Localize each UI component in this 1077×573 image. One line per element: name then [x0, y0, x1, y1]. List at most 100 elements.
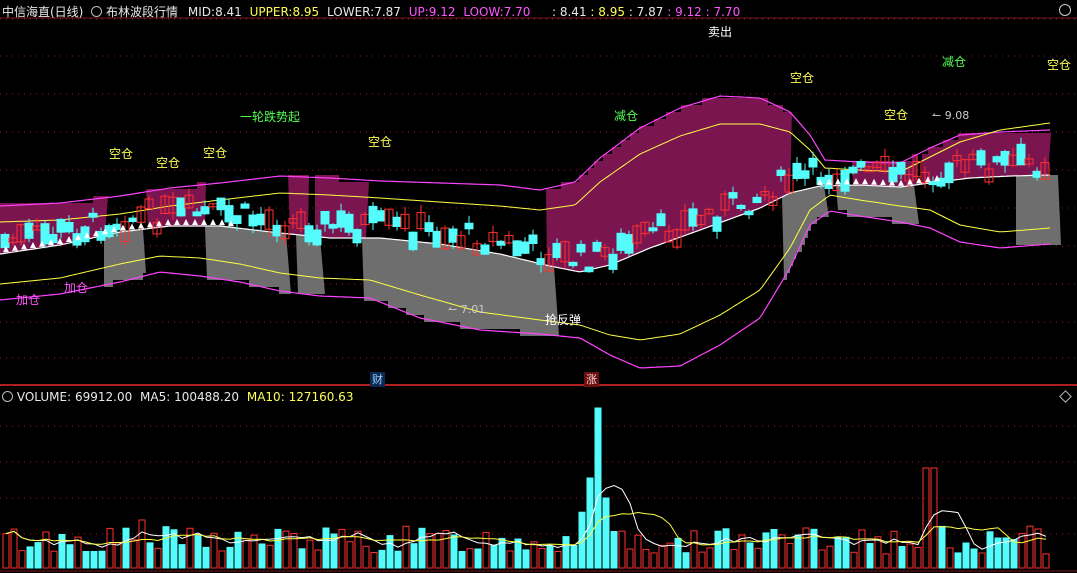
volume-bar: [914, 546, 922, 569]
candle-body: [24, 222, 34, 239]
candle-body: [528, 234, 538, 244]
volume-bar: [274, 528, 282, 569]
candle-body: [808, 157, 818, 168]
volume-bar: [154, 547, 162, 569]
candle-body: [728, 192, 738, 199]
volume-bar: [442, 530, 450, 569]
candle-body: [392, 216, 402, 228]
volume-bar: [794, 534, 802, 569]
rise-badge[interactable]: 涨: [584, 372, 599, 387]
lower-label: LOWER:: [327, 5, 375, 19]
candle-body: [256, 213, 266, 226]
candle-body: [88, 212, 98, 218]
candle-body: [656, 213, 666, 227]
signal-triangle: [138, 222, 144, 229]
extra-value-2: : 8.95: [590, 5, 625, 19]
volume-bar: [370, 552, 378, 569]
candle-body: [944, 162, 954, 184]
upper-label: UPPER:: [249, 5, 293, 19]
candle-body: [736, 204, 746, 209]
signal-triangle: [219, 219, 225, 226]
volume-bar: [34, 542, 42, 569]
candle-body: [584, 266, 594, 273]
volume-bar: [634, 534, 642, 569]
volume-bar: [162, 526, 170, 569]
volume-bar: [722, 528, 730, 569]
volume-bar: [1034, 528, 1042, 569]
annotation-kongcang-3: 空仓: [203, 146, 228, 160]
candle-body: [352, 229, 362, 244]
loow-label: LOOW:: [463, 5, 504, 19]
volume-bar: [2, 533, 10, 569]
candle-body: [496, 240, 506, 246]
annotation-downtrend: 一轮跌势起: [240, 110, 301, 124]
volume-bar: [970, 548, 978, 569]
volume-bar: [698, 551, 706, 569]
volume-bar: [434, 533, 442, 569]
volume-bar: [474, 548, 482, 569]
upper-value: 8.95: [292, 5, 320, 19]
ma5-value: 100488.20: [174, 390, 240, 404]
candle-body: [856, 161, 866, 168]
up-label: UP:: [408, 5, 429, 19]
volume-bar: [418, 527, 426, 569]
volume-bar: [690, 530, 698, 569]
volume-bar: [890, 530, 898, 569]
candle-body: [976, 150, 986, 166]
volume-bar: [954, 552, 962, 569]
indicator-name[interactable]: 布林波段行情: [106, 5, 178, 19]
volume-bar: [962, 542, 970, 569]
volume-bar: [74, 536, 82, 569]
candle-body: [608, 253, 618, 270]
extra-value-1: : 8.41: [552, 5, 587, 19]
stock-name[interactable]: 中信海直(日线): [2, 5, 83, 19]
annotation-jiancang-1: 减仓: [614, 109, 639, 123]
volume-bar: [218, 550, 226, 569]
volume-bar: [562, 536, 570, 569]
volume-bar: [426, 533, 434, 569]
candle-body: [848, 166, 858, 174]
volume-bar: [378, 549, 386, 569]
volume-bar: [978, 552, 986, 569]
candle-body: [464, 222, 474, 230]
candle-body: [512, 240, 522, 257]
volume-bar: [538, 548, 546, 569]
annotation-rebound: 抢反弹: [545, 313, 582, 327]
volume-bar: [10, 528, 18, 569]
extra-value-4: : 9.12: [667, 5, 702, 19]
volume-bar: [26, 546, 34, 569]
volume-bar: [106, 527, 114, 569]
candle-body: [200, 206, 210, 215]
candle-body: [616, 232, 626, 251]
lower-value: 7.87: [374, 5, 401, 19]
indicator-dropdown-icon[interactable]: [91, 6, 103, 17]
volume-bar: [1018, 532, 1026, 569]
candle-body: [520, 241, 530, 254]
volume-bar: [202, 546, 210, 569]
candle-body: [56, 218, 66, 233]
mid-value: 8.41: [215, 5, 242, 19]
annotation-kongcang-2: 空仓: [156, 156, 181, 170]
volume-bar: [490, 544, 498, 569]
volume-bar: [714, 530, 722, 569]
low-price-value: 7.01: [460, 303, 486, 316]
volume-bar: [458, 551, 466, 569]
candle-body: [368, 205, 378, 224]
candle-body: [992, 156, 1002, 163]
volume-bar: [986, 531, 994, 569]
volume-bar: [50, 550, 58, 569]
bull-band-fill: [315, 175, 369, 238]
candle-body: [192, 211, 202, 217]
volume-bar: [626, 548, 634, 569]
finance-badge[interactable]: 财: [370, 372, 385, 387]
volume-bar: [762, 532, 770, 569]
close-circle-icon[interactable]: [1059, 4, 1071, 16]
volume-dropdown-icon[interactable]: [2, 391, 13, 402]
annotation-kongcang-5: 空仓: [790, 71, 815, 85]
volume-bar: [242, 538, 250, 569]
volume-bar: [730, 549, 738, 569]
volume-bar: [482, 531, 490, 569]
candle-body: [344, 213, 354, 233]
volume-bar: [922, 467, 930, 569]
signal-triangle: [129, 223, 135, 230]
